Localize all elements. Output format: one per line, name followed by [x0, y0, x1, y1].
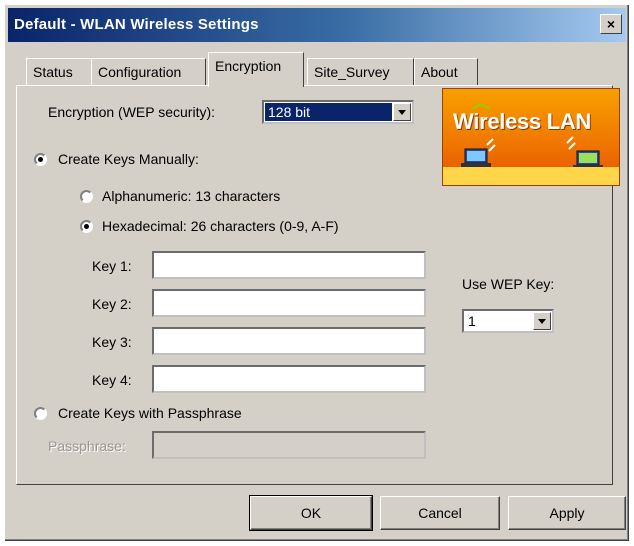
key-3-field[interactable] [152, 327, 426, 355]
use-wep-key-select[interactable]: 1 [462, 309, 554, 333]
alphanumeric-radio[interactable] [80, 190, 93, 203]
create-keys-passphrase-label: Create Keys with Passphrase [58, 405, 242, 421]
tab-status-label: Status [33, 64, 73, 80]
title-bar[interactable]: Default - WLAN Wireless Settings × [8, 8, 626, 42]
antenna-icon-right [566, 136, 576, 150]
key-2-label: Key 2: [92, 296, 132, 312]
wireless-lan-logo: Wireless LAN [442, 88, 620, 186]
tab-status[interactable]: Status [26, 58, 92, 86]
cancel-button[interactable]: Cancel [380, 496, 500, 530]
tab-about-label: About [421, 64, 458, 80]
apply-button[interactable]: Apply [508, 496, 626, 530]
tab-encryption[interactable]: Encryption [208, 52, 304, 87]
key-4-field[interactable] [152, 365, 426, 393]
use-wep-key-value: 1 [468, 313, 476, 329]
create-keys-passphrase-radio[interactable] [34, 407, 47, 420]
key-2-field[interactable] [152, 289, 426, 317]
encryption-label: Encryption (WEP security): [48, 104, 216, 120]
passphrase-label: Passphrase: [48, 438, 126, 454]
alphanumeric-label: Alphanumeric: 13 characters [102, 188, 281, 204]
tab-configuration[interactable]: Configuration [91, 58, 206, 86]
close-icon: × [606, 16, 616, 32]
laptop-screen-right [579, 153, 597, 163]
key-4-label: Key 4: [92, 372, 132, 388]
key-1-label: Key 1: [92, 258, 132, 274]
key-1-field[interactable] [152, 251, 426, 279]
hexadecimal-radio[interactable] [80, 220, 93, 233]
tab-about[interactable]: About [414, 58, 478, 86]
passphrase-field[interactable] [152, 431, 426, 459]
tab-encryption-label: Encryption [215, 58, 282, 74]
key-3-label: Key 3: [92, 334, 132, 350]
tab-configuration-label: Configuration [98, 64, 182, 80]
tab-site-survey[interactable]: Site_Survey [307, 58, 414, 86]
tab-site-survey-label: Site_Survey [314, 64, 390, 80]
encryption-select[interactable]: 128 bit [262, 100, 414, 124]
hexadecimal-label: Hexadecimal: 26 characters (0-9, A-F) [102, 218, 339, 234]
logo-band [443, 167, 619, 185]
ok-button[interactable]: OK [249, 495, 373, 531]
antenna-icon [486, 138, 496, 152]
use-wep-key-label: Use WEP Key: [462, 276, 555, 292]
logo-text: Wireless LAN [453, 109, 592, 134]
chevron-down-icon[interactable] [393, 103, 411, 121]
create-keys-manually-radio[interactable] [34, 153, 47, 166]
window-title: Default - WLAN Wireless Settings [14, 16, 259, 33]
close-button[interactable]: × [600, 14, 622, 34]
create-keys-manually-label: Create Keys Manually: [58, 151, 199, 167]
encryption-selected-value: 128 bit [265, 103, 392, 121]
chevron-down-icon[interactable] [533, 312, 551, 330]
laptop-screen [467, 151, 485, 161]
